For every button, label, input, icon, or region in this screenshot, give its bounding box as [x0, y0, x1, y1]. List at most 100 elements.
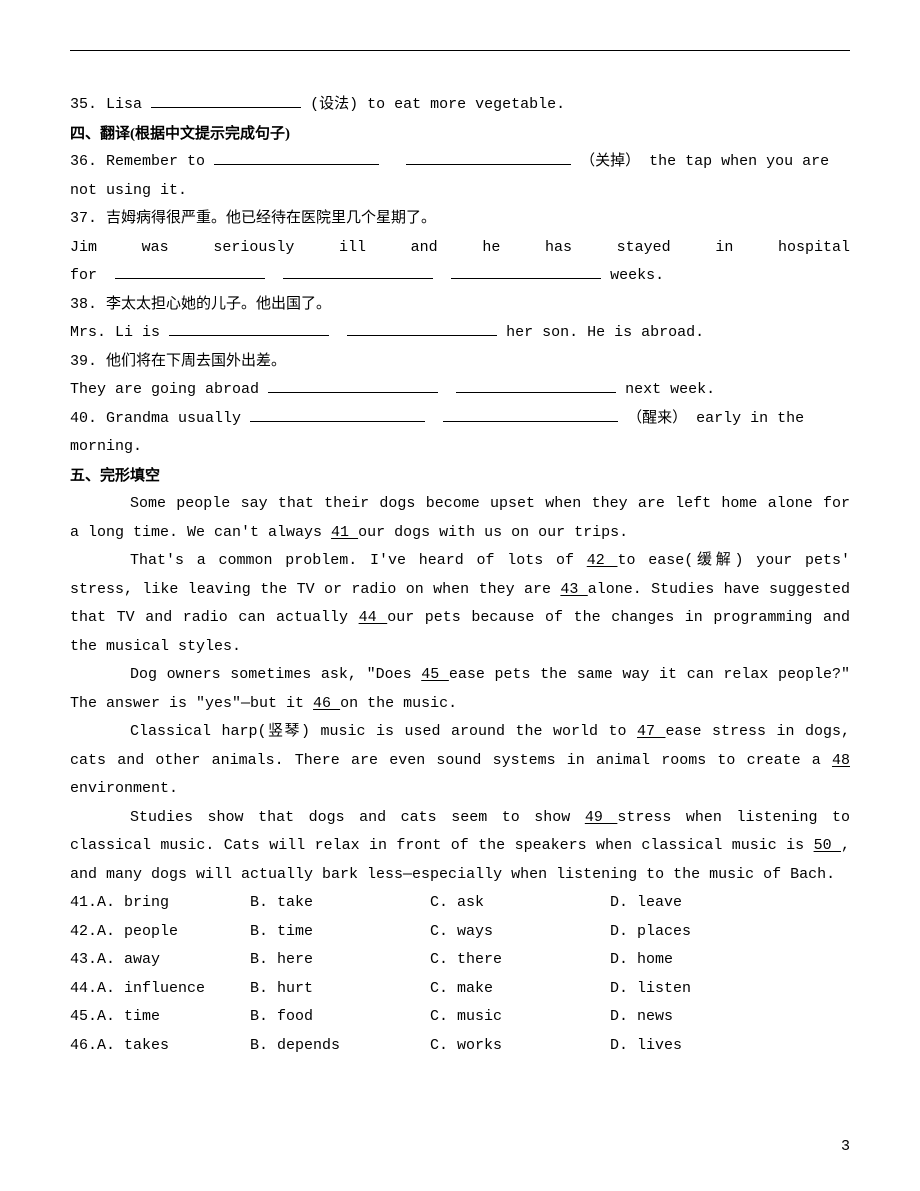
- q37-zh: 37. 吉姆病得很严重。他已经待在医院里几个星期了。: [70, 205, 850, 234]
- cloze-p5: Studies show that dogs and cats seem to …: [70, 804, 850, 890]
- q38-blank1: [169, 320, 329, 336]
- q37-en-line2: for weeks.: [70, 262, 850, 291]
- q38-en-post: her son. He is abroad.: [506, 324, 704, 341]
- q37-blank2: [283, 263, 433, 279]
- opt44-q: 44.: [70, 980, 97, 997]
- opt46-q: 46.: [70, 1037, 97, 1054]
- q40-blank1: [250, 406, 425, 422]
- opt43-b: B. here: [250, 946, 430, 975]
- q40-line1: 40. Grandma usually （醒来） early in the: [70, 405, 850, 434]
- q40-pre: Grandma usually: [106, 410, 250, 427]
- q39-en-pre: They are going abroad: [70, 381, 268, 398]
- cloze-p4c: environment.: [70, 780, 178, 797]
- opt41-d: D. leave: [610, 889, 790, 918]
- opt46-a: A. takes: [97, 1037, 169, 1054]
- opt46-b: B. depends: [250, 1032, 430, 1061]
- q36-blank2: [406, 149, 571, 165]
- q37-blank3: [451, 263, 601, 279]
- q39-num: 39.: [70, 353, 97, 370]
- q38-num: 38.: [70, 296, 97, 313]
- cloze-p4a: Classical harp(竖琴) music is used around …: [130, 723, 637, 740]
- q35-pre: Lisa: [106, 96, 151, 113]
- opt44-d: D. listen: [610, 975, 790, 1004]
- cloze-p2: That's a common problem. I've heard of l…: [70, 547, 850, 661]
- q36-hint: （关掉）: [580, 153, 640, 170]
- opt45-q: 45.: [70, 1008, 97, 1025]
- blank-44: 44: [359, 609, 388, 626]
- q39-blank1: [268, 377, 438, 393]
- opt42-b: B. time: [250, 918, 430, 947]
- blank-45: 45: [421, 666, 449, 683]
- cloze-p1: Some people say that their dogs become u…: [70, 490, 850, 547]
- options-42: 42.A. people B. time C. ways D. places: [70, 918, 850, 947]
- blank-42: 42: [587, 552, 618, 569]
- q38-en: Mrs. Li is her son. He is abroad.: [70, 319, 850, 348]
- opt44-b: B. hurt: [250, 975, 430, 1004]
- opt41-b: B. take: [250, 889, 430, 918]
- cloze-p4: Classical harp(竖琴) music is used around …: [70, 718, 850, 804]
- opt46-d: D. lives: [610, 1032, 790, 1061]
- q37-en-l2-pre: for: [70, 267, 97, 284]
- cloze-p3c: on the music.: [340, 695, 457, 712]
- q36-post: the tap when you are: [649, 153, 829, 170]
- cloze-p3a: Dog owners sometimes ask, "Does: [130, 666, 421, 683]
- q40-hint: （醒来）: [627, 410, 687, 427]
- q36-line2: not using it.: [70, 177, 850, 206]
- q38-blank2: [347, 320, 497, 336]
- blank-48: 48: [832, 752, 850, 769]
- cloze-p5a: Studies show that dogs and cats seem to …: [130, 809, 585, 826]
- q40-post: early in the: [696, 410, 804, 427]
- top-rule: [70, 50, 850, 51]
- q39-zh-text: 他们将在下周去国外出差。: [106, 353, 286, 370]
- section5-heading: 五、完形填空: [70, 462, 850, 491]
- opt42-d: D. places: [610, 918, 790, 947]
- blank-47: 47: [637, 723, 666, 740]
- options-41: 41.A. bring B. take C. ask D. leave: [70, 889, 850, 918]
- blank-49: 49: [585, 809, 618, 826]
- opt41-c: C. ask: [430, 889, 610, 918]
- q36-pre: Remember to: [106, 153, 214, 170]
- q35-hint: (设法): [310, 96, 358, 113]
- opt42-q: 42.: [70, 923, 97, 940]
- q40-num: 40.: [70, 410, 97, 427]
- q37-blank1: [115, 263, 265, 279]
- opt43-q: 43.: [70, 951, 97, 968]
- q38-zh-text: 李太太担心她的儿子。他出国了。: [106, 296, 331, 313]
- blank-43: 43: [560, 581, 587, 598]
- opt44-c: C. make: [430, 975, 610, 1004]
- q39-en-post: next week.: [625, 381, 715, 398]
- q40-blank2: [443, 406, 618, 422]
- q35-blank: [151, 92, 301, 108]
- blank-41: 41: [331, 524, 358, 541]
- opt46-c: C. works: [430, 1032, 610, 1061]
- opt41-q: 41.: [70, 894, 97, 911]
- options-45: 45.A. time B. food C. music D. news: [70, 1003, 850, 1032]
- options-43: 43.A. away B. here C. there D. home: [70, 946, 850, 975]
- q38-en-pre: Mrs. Li is: [70, 324, 169, 341]
- cloze-p2a: That's a common problem. I've heard of l…: [130, 552, 587, 569]
- cloze-p1b: our dogs with us on our trips.: [358, 524, 628, 541]
- opt43-d: D. home: [610, 946, 790, 975]
- q40-line2: morning.: [70, 433, 850, 462]
- opt42-a: A. people: [97, 923, 178, 940]
- opt41-a: A. bring: [97, 894, 169, 911]
- opt45-c: C. music: [430, 1003, 610, 1032]
- options-44: 44.A. influence B. hurt C. make D. liste…: [70, 975, 850, 1004]
- cloze-p3: Dog owners sometimes ask, "Does 45 ease …: [70, 661, 850, 718]
- section4-heading: 四、翻译(根据中文提示完成句子): [70, 120, 850, 149]
- q36-line1: 36. Remember to （关掉） the tap when you ar…: [70, 148, 850, 177]
- opt43-a: A. away: [97, 951, 160, 968]
- options-46: 46.A. takes B. depends C. works D. lives: [70, 1032, 850, 1061]
- q35-num: 35.: [70, 96, 97, 113]
- opt44-a: A. influence: [97, 980, 205, 997]
- page-number: 3: [841, 1133, 850, 1162]
- opt42-c: C. ways: [430, 918, 610, 947]
- q39-zh: 39. 他们将在下周去国外出差。: [70, 348, 850, 377]
- q35: 35. Lisa (设法) to eat more vegetable.: [70, 91, 850, 120]
- q39-blank2: [456, 377, 616, 393]
- q36-num: 36.: [70, 153, 97, 170]
- q36-blank1: [214, 149, 379, 165]
- q37-en-line1: Jim was seriously ill and he has stayed …: [70, 234, 850, 263]
- q35-post: to eat more vegetable.: [367, 96, 565, 113]
- opt45-b: B. food: [250, 1003, 430, 1032]
